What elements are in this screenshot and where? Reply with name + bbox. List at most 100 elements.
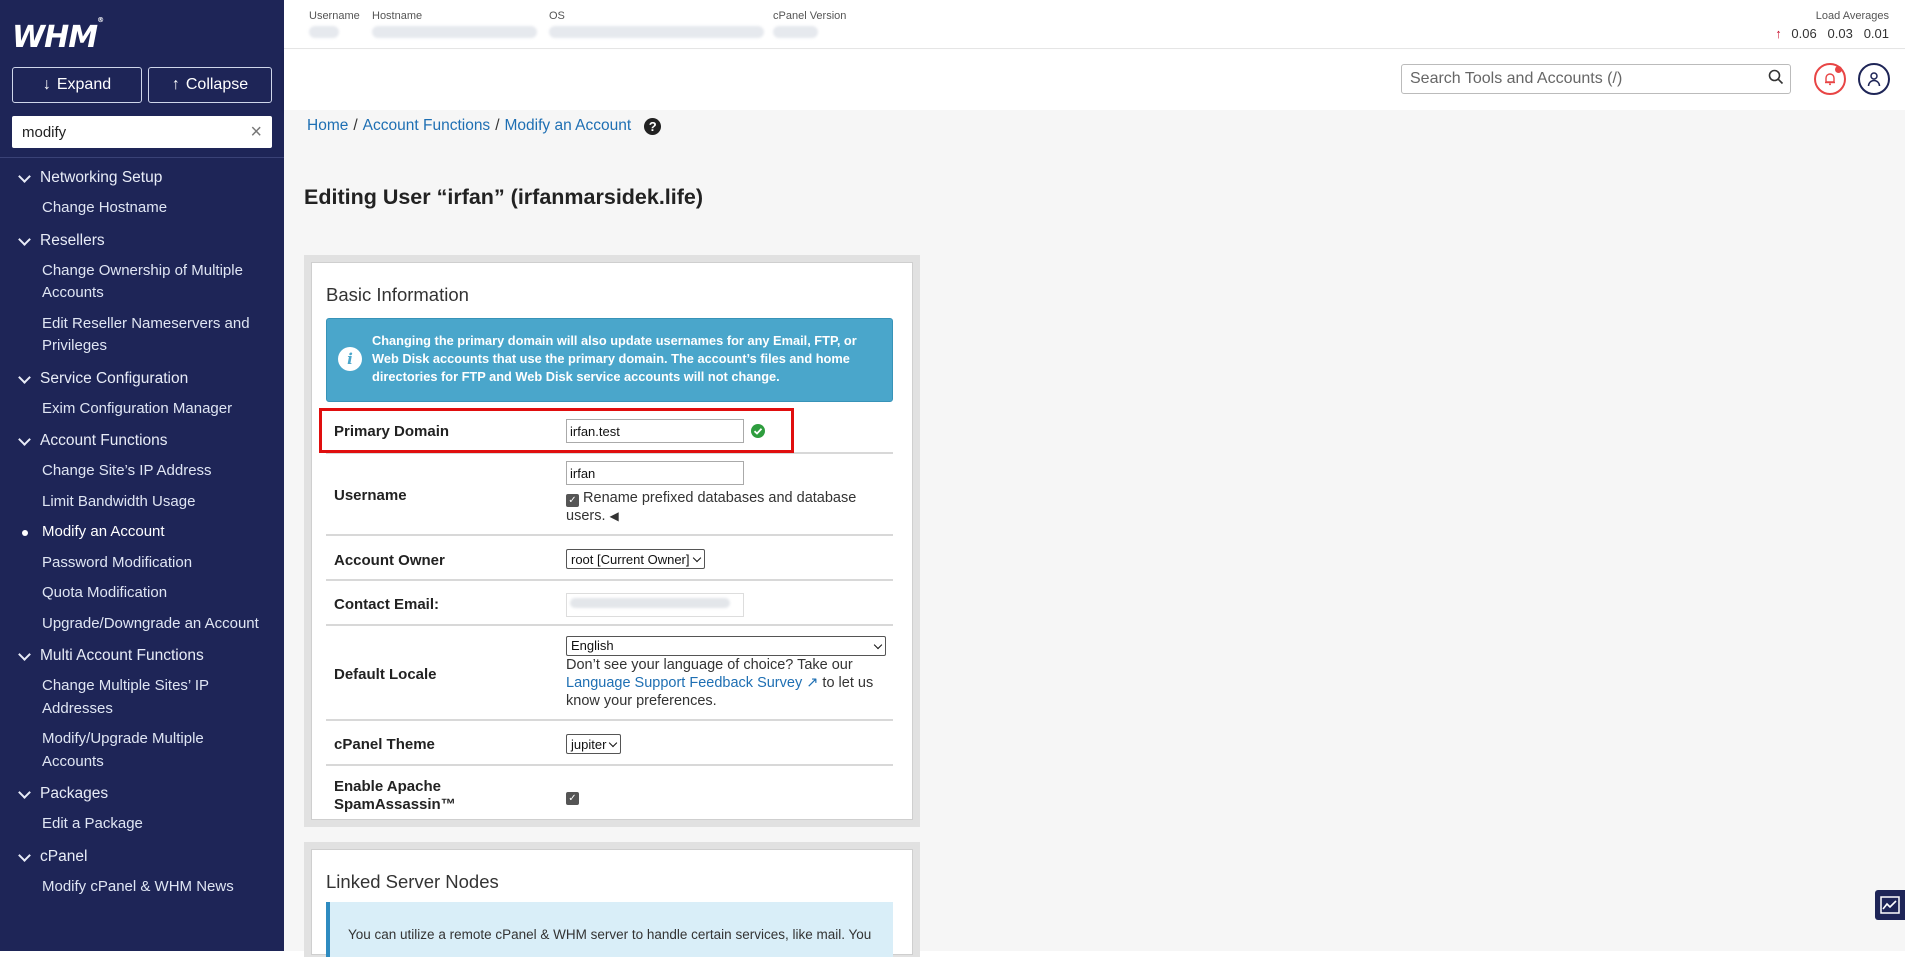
- collapse-label: Collapse: [185, 76, 249, 93]
- nav-item-change-site-ip[interactable]: Change Site’s IP Address: [0, 460, 284, 483]
- cpanel-theme-label: cPanel Theme: [334, 736, 435, 753]
- panel-title: Basic Information: [326, 284, 469, 305]
- account-owner-label: Account Owner: [334, 552, 445, 569]
- redacted-value: [309, 26, 339, 38]
- nav-item-change-multiple-ips[interactable]: Change Multiple Sites’ IP Addresses: [0, 675, 284, 720]
- arrow-down-icon: ↓: [42, 76, 51, 93]
- chevron-down-icon: [18, 648, 31, 661]
- bell-icon: [1825, 73, 1835, 86]
- redacted-value: [773, 26, 818, 38]
- linked-server-nodes-panel: Linked Server Nodes You can utilize a re…: [304, 842, 920, 957]
- arrow-up-icon: ↑: [1775, 26, 1782, 41]
- os-info: OS: [549, 10, 764, 38]
- load-5: 0.03: [1827, 26, 1853, 41]
- user-menu-button[interactable]: [1858, 63, 1890, 95]
- cpanel-version-info: cPanel Version: [773, 10, 846, 38]
- notification-dot: [1835, 66, 1842, 73]
- cpanel-theme-select[interactable]: jupiter: [566, 734, 622, 754]
- tag-icon: ◀: [609, 509, 619, 523]
- chevron-down-icon: [18, 786, 31, 799]
- nav-group-packages[interactable]: Packages: [0, 781, 284, 813]
- sidebar-search-input[interactable]: modify ×: [12, 116, 272, 148]
- search-tools-input[interactable]: Search Tools and Accounts (/): [1401, 64, 1791, 94]
- breadcrumb-home[interactable]: Home: [307, 117, 348, 135]
- username-info: Username: [309, 10, 360, 38]
- help-icon[interactable]: ?: [644, 117, 662, 135]
- load-averages: Load Averages ↑ 0.06 0.03 0.01: [1775, 10, 1889, 41]
- username-label: Username: [334, 487, 407, 504]
- breadcrumb-modify-account[interactable]: Modify an Account: [505, 117, 632, 135]
- expand-button[interactable]: ↓ Expand: [12, 67, 142, 103]
- main-content: Home / Account Functions / Modify an Acc…: [284, 110, 1905, 957]
- page-title: Editing User “irfan” (irfanmarsidek.life…: [304, 185, 704, 209]
- search-icon[interactable]: [1762, 69, 1790, 90]
- chevron-down-icon: [18, 370, 31, 384]
- sidebar-nav: Networking Setup Change Hostname Reselle…: [0, 165, 284, 898]
- redacted-value: [549, 26, 764, 38]
- nav-item-upgrade-downgrade[interactable]: Upgrade/Downgrade an Account: [0, 613, 284, 636]
- chevron-down-icon: [692, 553, 701, 562]
- locale-help-text: Don’t see your language of choice? Take …: [566, 657, 853, 673]
- nav-item-exim-config[interactable]: Exim Configuration Manager: [0, 398, 284, 421]
- nav-item-edit-reseller-nameservers[interactable]: Edit Reseller Nameservers and Privileges: [0, 313, 284, 358]
- whm-logo[interactable]: WHM®: [12, 16, 104, 55]
- header-toolbar: Search Tools and Accounts (/): [284, 50, 1905, 110]
- server-info-bar: Username Hostname OS cPanel Version Load…: [284, 0, 1905, 49]
- nav-item-modify-upgrade-multiple[interactable]: Modify/Upgrade Multiple Accounts: [0, 728, 284, 773]
- arrow-up-icon: ↑: [171, 76, 180, 93]
- basic-information-panel: Basic Information i Changing the primary…: [304, 255, 920, 827]
- rename-databases-checkbox[interactable]: ✓: [566, 494, 579, 507]
- default-locale-select[interactable]: English: [566, 636, 886, 656]
- nav-item-change-ownership-multiple[interactable]: Change Ownership of Multiple Accounts: [0, 260, 284, 305]
- nav-group-networking-setup[interactable]: Networking Setup: [0, 165, 284, 197]
- spamassassin-row: Enable Apache SpamAssassin™ ✓: [326, 768, 893, 823]
- username-row: Username ✓ Rename prefixed databases and…: [326, 456, 893, 536]
- linked-nodes-info: You can utilize a remote cPanel & WHM se…: [326, 902, 893, 957]
- breadcrumb-separator: /: [495, 117, 500, 134]
- contact-email-row: Contact Email:: [326, 583, 893, 626]
- nav-item-modify-account[interactable]: Modify an Account: [0, 521, 284, 544]
- contact-email-label: Contact Email:: [334, 596, 440, 613]
- nav-item-edit-package[interactable]: Edit a Package: [0, 813, 284, 836]
- breadcrumb-account-functions[interactable]: Account Functions: [363, 117, 491, 135]
- nav-item-change-hostname[interactable]: Change Hostname: [0, 197, 284, 220]
- nav-item-modify-cpanel-news[interactable]: Modify cPanel & WHM News: [0, 876, 284, 899]
- spamassassin-checkbox[interactable]: ✓: [566, 792, 579, 805]
- contact-email-input[interactable]: [566, 593, 744, 617]
- expand-label: Expand: [56, 76, 112, 93]
- default-locale-label: Default Locale: [334, 666, 437, 683]
- breadcrumb: Home / Account Functions / Modify an Acc…: [307, 117, 662, 135]
- breadcrumb-separator: /: [353, 117, 358, 134]
- spamassassin-label: Enable Apache SpamAssassin™: [334, 778, 456, 813]
- nav-group-multi-account[interactable]: Multi Account Functions: [0, 643, 284, 675]
- clear-search-icon[interactable]: ×: [250, 122, 262, 142]
- notifications-button[interactable]: [1814, 63, 1846, 95]
- nav-group-resellers[interactable]: Resellers: [0, 228, 284, 260]
- collapse-button[interactable]: ↑ Collapse: [148, 67, 272, 103]
- info-alert: i Changing the primary domain will also …: [326, 318, 893, 402]
- cpanel-theme-row: cPanel Theme jupiter: [326, 723, 893, 766]
- nav-item-limit-bandwidth[interactable]: Limit Bandwidth Usage: [0, 491, 284, 514]
- chevron-down-icon: [609, 738, 618, 747]
- analytics-button[interactable]: [1875, 890, 1905, 920]
- username-input[interactable]: [566, 461, 744, 485]
- user-icon: [1867, 72, 1881, 87]
- language-survey-link[interactable]: Language Support Feedback Survey ↗: [566, 675, 818, 691]
- nav-item-quota-modification[interactable]: Quota Modification: [0, 582, 284, 605]
- chevron-down-icon: [873, 640, 883, 649]
- external-link-icon: ↗: [806, 675, 819, 691]
- sidebar-search-value: modify: [22, 123, 67, 141]
- account-owner-select[interactable]: root [Current Owner]: [566, 549, 705, 569]
- panel-title: Linked Server Nodes: [326, 871, 499, 892]
- hostname-info: Hostname: [372, 10, 537, 38]
- chevron-down-icon: [18, 848, 31, 862]
- nav-group-account-functions[interactable]: Account Functions: [0, 428, 284, 460]
- chevron-down-icon: [18, 232, 31, 246]
- nav-item-password-modification[interactable]: Password Modification: [0, 552, 284, 575]
- highlight-annotation: [319, 408, 794, 453]
- nav-group-cpanel[interactable]: cPanel: [0, 844, 284, 876]
- nav-group-service-configuration[interactable]: Service Configuration: [0, 366, 284, 398]
- sidebar-header: WHM® ↓ Expand ↑ Collapse modify ×: [0, 0, 284, 158]
- chart-icon: [1880, 896, 1900, 914]
- load-15: 0.01: [1863, 26, 1889, 41]
